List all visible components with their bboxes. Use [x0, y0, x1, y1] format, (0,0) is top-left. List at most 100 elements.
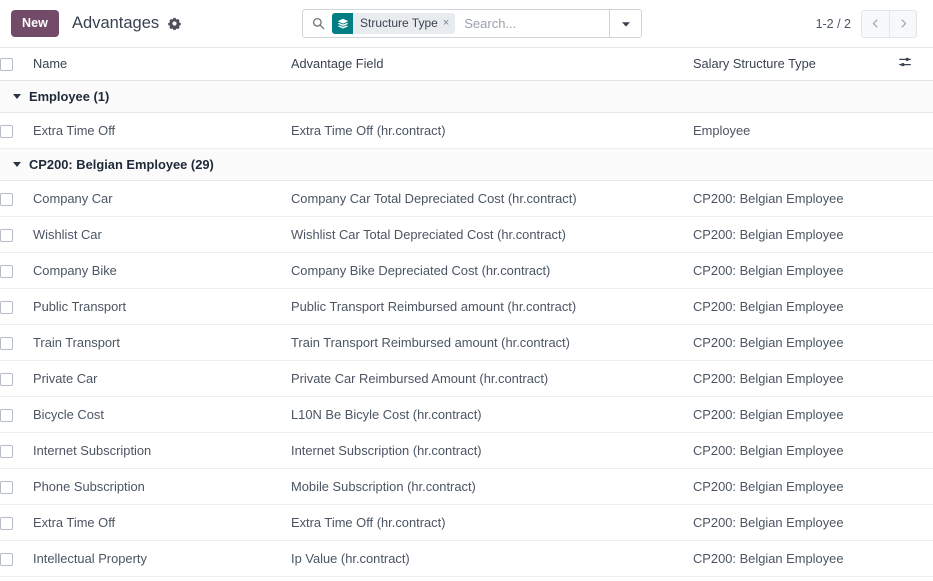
cell-salary-structure-type[interactable]: CP200: Belgian Employee [693, 540, 898, 577]
cell-name[interactable]: Internet Subscription [33, 432, 291, 469]
cell-salary-structure-type[interactable]: CP200: Belgian Employee [693, 360, 898, 397]
group-row-cell[interactable]: CP200: Belgian Employee (29) [0, 147, 933, 181]
row-select-cell [0, 432, 33, 469]
table-row[interactable]: Extra Time Off Extra Time Off (hr.contrac… [0, 112, 933, 149]
row-select-cell [0, 396, 33, 433]
cell-salary-structure-type[interactable]: CP200: Belgian Employee [693, 288, 898, 325]
cell-spacer [898, 324, 933, 361]
table-row[interactable]: Extra Time Off Extra Time Off (hr.contrac… [0, 504, 933, 541]
cell-salary-structure-type[interactable]: CP200: Belgian Employee [693, 468, 898, 505]
search-input[interactable] [455, 10, 609, 37]
cell-advantage-field[interactable]: Extra Time Off (hr.contract) [291, 112, 693, 149]
cell-name[interactable]: Extra Time Off [33, 112, 291, 149]
cell-advantage-field[interactable]: Extra Time Off (hr.contract) [291, 504, 693, 541]
group-row[interactable]: Employee (1) [0, 79, 933, 113]
table-row[interactable]: Train Transport Train Transport Reimburse… [0, 324, 933, 361]
cell-name[interactable]: Bicycle Cost [33, 396, 291, 433]
cell-advantage-field[interactable]: Mobile Subscription (hr.contract) [291, 468, 693, 505]
row-checkbox[interactable] [0, 192, 13, 206]
optional-columns-header-cell [898, 48, 933, 81]
group-row-inner: CP200: Belgian Employee (29) [0, 157, 933, 172]
table-row[interactable]: Wishlist Car Wishlist Car Total Depreciat… [0, 216, 933, 253]
row-checkbox[interactable] [0, 480, 13, 494]
row-checkbox[interactable] [0, 408, 13, 422]
table-row[interactable]: Public Transport Public Transport Reimbur… [0, 288, 933, 325]
group-row-cell[interactable]: Employee (1) [0, 79, 933, 113]
cell-salary-structure-type[interactable]: CP200: Belgian Employee [693, 216, 898, 253]
cell-salary-structure-type[interactable]: CP200: Belgian Employee [693, 180, 898, 217]
column-header-salary-structure-type[interactable]: Salary Structure Type [693, 48, 898, 81]
column-header-name[interactable]: Name [33, 48, 291, 81]
cell-advantage-field[interactable]: Wishlist Car Total Depreciated Cost (hr.… [291, 216, 693, 253]
cell-spacer [898, 252, 933, 289]
table-row[interactable]: Intellectual Property Ip Value (hr.contra… [0, 540, 933, 577]
gear-icon[interactable] [168, 17, 181, 30]
new-button[interactable]: New [11, 10, 60, 37]
cell-spacer [898, 540, 933, 577]
cell-spacer [898, 468, 933, 505]
cell-salary-structure-type[interactable]: CP200: Belgian Employee [693, 324, 898, 361]
row-checkbox[interactable] [0, 552, 13, 566]
table-row[interactable]: Phone Subscription Mobile Subscription (h… [0, 468, 933, 505]
table-row[interactable]: Internet Subscription Internet Subscripti… [0, 432, 933, 469]
pager: 1-2 / 2 [816, 9, 917, 38]
cell-name[interactable]: Extra Time Off [33, 504, 291, 541]
row-checkbox[interactable] [0, 336, 13, 350]
cell-salary-structure-type[interactable]: CP200: Belgian Employee [693, 432, 898, 469]
cell-salary-structure-type[interactable]: CP200: Belgian Employee [693, 396, 898, 433]
cell-advantage-field[interactable]: Company Car Total Depreciated Cost (hr.c… [291, 180, 693, 217]
column-header-advantage-field[interactable]: Advantage Field [291, 48, 693, 81]
pager-next-button[interactable] [889, 9, 917, 38]
search-view[interactable]: Structure Type × [302, 9, 642, 38]
cell-advantage-field[interactable]: L10N Be Bicyle Cost (hr.contract) [291, 396, 693, 433]
cell-name[interactable]: Private Car [33, 360, 291, 397]
breadcrumb: Advantages [72, 14, 181, 33]
select-all-header-cell [0, 48, 33, 81]
pager-previous-button[interactable] [861, 9, 889, 38]
cell-advantage-field[interactable]: Company Bike Depreciated Cost (hr.contra… [291, 252, 693, 289]
control-panel: New Advantages Structure Type × Search..… [0, 0, 933, 48]
cell-name[interactable]: Company Bike [33, 252, 291, 289]
advantages-table: Name Advantage Field Salary Structure Ty… [0, 48, 933, 577]
group-row[interactable]: CP200: Belgian Employee (29) [0, 147, 933, 181]
cell-advantage-field[interactable]: Ip Value (hr.contract) [291, 540, 693, 577]
cell-name[interactable]: Intellectual Property [33, 540, 291, 577]
search-facet-remove-icon[interactable]: × [443, 13, 455, 34]
search-facet-label: Structure Type [360, 16, 438, 30]
cell-salary-structure-type[interactable]: Employee [693, 112, 898, 149]
row-checkbox[interactable] [0, 300, 13, 314]
search-dropdown-toggle[interactable] [609, 10, 641, 37]
cell-salary-structure-type[interactable]: CP200: Belgian Employee [693, 252, 898, 289]
sliders-icon[interactable] [898, 55, 912, 72]
cell-spacer [898, 504, 933, 541]
cell-name[interactable]: Public Transport [33, 288, 291, 325]
table-row[interactable]: Company Car Company Car Total Depreciated… [0, 180, 933, 217]
table-row[interactable]: Private Car Private Car Reimbursed Amount… [0, 360, 933, 397]
cell-advantage-field[interactable]: Private Car Reimbursed Amount (hr.contra… [291, 360, 693, 397]
cell-salary-structure-type[interactable]: CP200: Belgian Employee [693, 504, 898, 541]
row-select-cell [0, 324, 33, 361]
row-checkbox[interactable] [0, 372, 13, 386]
search-view-wrapper: Structure Type × [302, 9, 642, 38]
row-checkbox[interactable] [0, 516, 13, 530]
row-checkbox[interactable] [0, 264, 13, 278]
cell-advantage-field[interactable]: Train Transport Reimbursed amount (hr.co… [291, 324, 693, 361]
cell-name[interactable]: Train Transport [33, 324, 291, 361]
select-all-checkbox[interactable] [0, 58, 13, 72]
table-row[interactable]: Bicycle Cost L10N Be Bicyle Cost (hr.cont… [0, 396, 933, 433]
cell-spacer [898, 112, 933, 149]
pager-value[interactable]: 1-2 / 2 [816, 17, 851, 31]
search-facet-structure-type[interactable]: Structure Type × [332, 13, 456, 34]
row-checkbox[interactable] [0, 444, 13, 458]
row-select-cell [0, 180, 33, 217]
cell-spacer [898, 288, 933, 325]
cell-advantage-field[interactable]: Public Transport Reimbursed amount (hr.c… [291, 288, 693, 325]
cell-name[interactable]: Wishlist Car [33, 216, 291, 253]
row-checkbox[interactable] [0, 124, 13, 138]
table-row[interactable]: Company Bike Company Bike Depreciated Cos… [0, 252, 933, 289]
cell-advantage-field[interactable]: Internet Subscription (hr.contract) [291, 432, 693, 469]
cell-spacer [898, 216, 933, 253]
row-checkbox[interactable] [0, 228, 13, 242]
cell-name[interactable]: Phone Subscription [33, 468, 291, 505]
cell-name[interactable]: Company Car [33, 180, 291, 217]
